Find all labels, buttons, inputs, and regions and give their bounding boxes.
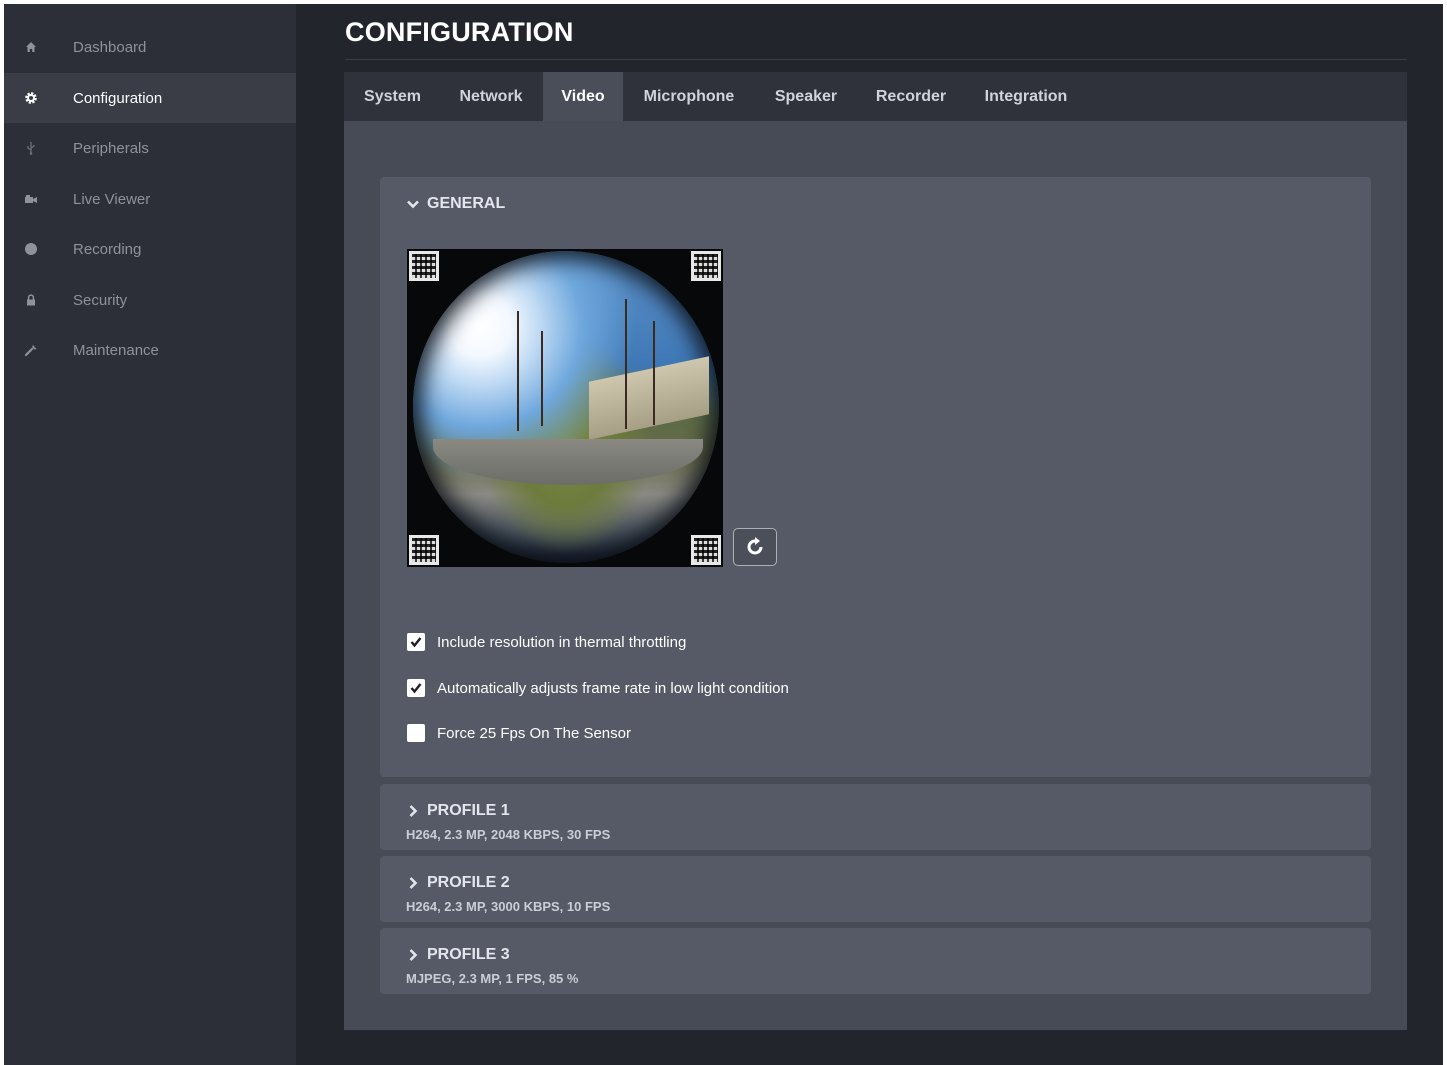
video-camera-icon — [24, 192, 38, 206]
sidebar: Dashboard Configuration Peripherals Live… — [4, 4, 296, 1065]
force-25fps-label: Force 25 Fps On The Sensor — [437, 724, 631, 742]
chevron-right-icon — [409, 805, 418, 817]
record-icon — [24, 242, 38, 256]
video-settings-content: GENERAL Include resolution in thermal th… — [344, 121, 1407, 1030]
force-25fps-checkbox[interactable] — [407, 724, 425, 742]
profile-2-panel[interactable]: PROFILE 2 H264, 2.3 MP, 3000 KBPS, 10 FP… — [380, 856, 1371, 922]
refresh-preview-button[interactable] — [733, 528, 777, 566]
thermal-throttling-option[interactable]: Include resolution in thermal throttling — [407, 633, 686, 651]
sidebar-item-label: Live Viewer — [73, 190, 151, 208]
tab-speaker[interactable]: Speaker — [754, 72, 858, 121]
profile-2-header[interactable]: PROFILE 2 — [406, 874, 510, 892]
fisheye-view — [413, 251, 719, 563]
general-panel: GENERAL Include resolution in thermal th… — [380, 177, 1371, 777]
profile-2-title: PROFILE 2 — [427, 874, 510, 891]
home-icon — [24, 40, 38, 54]
sidebar-item-label: Security — [73, 291, 128, 309]
chevron-down-icon — [407, 200, 419, 209]
profile-3-header[interactable]: PROFILE 3 — [406, 946, 510, 964]
profile-1-title: PROFILE 1 — [427, 802, 510, 819]
sidebar-item-security[interactable]: Security — [4, 275, 296, 325]
profile-3-title: PROFILE 3 — [427, 946, 510, 963]
qr-code-icon — [691, 535, 721, 565]
qr-code-icon — [409, 251, 439, 281]
profile-1-header[interactable]: PROFILE 1 — [406, 802, 510, 820]
force-25fps-option[interactable]: Force 25 Fps On The Sensor — [407, 724, 631, 742]
general-panel-header[interactable]: GENERAL — [406, 195, 505, 213]
tab-integration[interactable]: Integration — [966, 72, 1086, 121]
title-divider — [345, 59, 1407, 60]
qr-code-icon — [409, 535, 439, 565]
profile-2-summary: H264, 2.3 MP, 3000 KBPS, 10 FPS — [406, 899, 611, 914]
tab-bar: System Network Video Microphone Speaker … — [344, 72, 1407, 121]
tab-network[interactable]: Network — [441, 72, 541, 121]
sidebar-item-dashboard[interactable]: Dashboard — [4, 22, 296, 72]
thermal-throttling-checkbox[interactable] — [407, 633, 425, 651]
sidebar-item-configuration[interactable]: Configuration — [4, 73, 296, 123]
low-light-framerate-option[interactable]: Automatically adjusts frame rate in low … — [407, 679, 789, 697]
sidebar-item-peripherals[interactable]: Peripherals — [4, 123, 296, 173]
lock-icon — [24, 293, 38, 307]
camera-preview-image — [407, 249, 723, 567]
profile-3-panel[interactable]: PROFILE 3 MJPEG, 2.3 MP, 1 FPS, 85 % — [380, 928, 1371, 994]
profile-1-panel[interactable]: PROFILE 1 H264, 2.3 MP, 2048 KBPS, 30 FP… — [380, 784, 1371, 850]
general-panel-title: GENERAL — [427, 195, 506, 212]
sidebar-item-label: Maintenance — [73, 341, 159, 359]
profile-3-summary: MJPEG, 2.3 MP, 1 FPS, 85 % — [406, 971, 579, 986]
page-title: CONFIGURATION — [345, 17, 574, 47]
sidebar-item-maintenance[interactable]: Maintenance — [4, 325, 296, 375]
profile-1-summary: H264, 2.3 MP, 2048 KBPS, 30 FPS — [406, 827, 611, 842]
usb-icon — [24, 141, 38, 155]
chevron-right-icon — [409, 877, 418, 889]
tab-recorder[interactable]: Recorder — [859, 72, 963, 121]
chevron-right-icon — [409, 949, 418, 961]
qr-code-icon — [691, 251, 721, 281]
gear-icon — [24, 91, 38, 105]
low-light-framerate-label: Automatically adjusts frame rate in low … — [437, 679, 789, 697]
sidebar-item-label: Recording — [73, 240, 142, 258]
tab-video[interactable]: Video — [543, 72, 623, 121]
refresh-icon — [747, 537, 763, 555]
low-light-framerate-checkbox[interactable] — [407, 679, 425, 697]
checkmark-icon — [410, 637, 422, 648]
tab-system[interactable]: System — [344, 72, 441, 121]
sidebar-item-recording[interactable]: Recording — [4, 224, 296, 274]
sidebar-item-live-viewer[interactable]: Live Viewer — [4, 174, 296, 224]
sidebar-item-label: Dashboard — [73, 38, 147, 56]
wrench-icon — [24, 343, 38, 357]
sidebar-item-label: Configuration — [73, 89, 163, 107]
sidebar-item-label: Peripherals — [73, 139, 149, 157]
app-window: Dashboard Configuration Peripherals Live… — [4, 4, 1443, 1065]
checkmark-icon — [410, 683, 422, 694]
thermal-throttling-label: Include resolution in thermal throttling — [437, 633, 687, 651]
tab-microphone[interactable]: Microphone — [627, 72, 751, 121]
